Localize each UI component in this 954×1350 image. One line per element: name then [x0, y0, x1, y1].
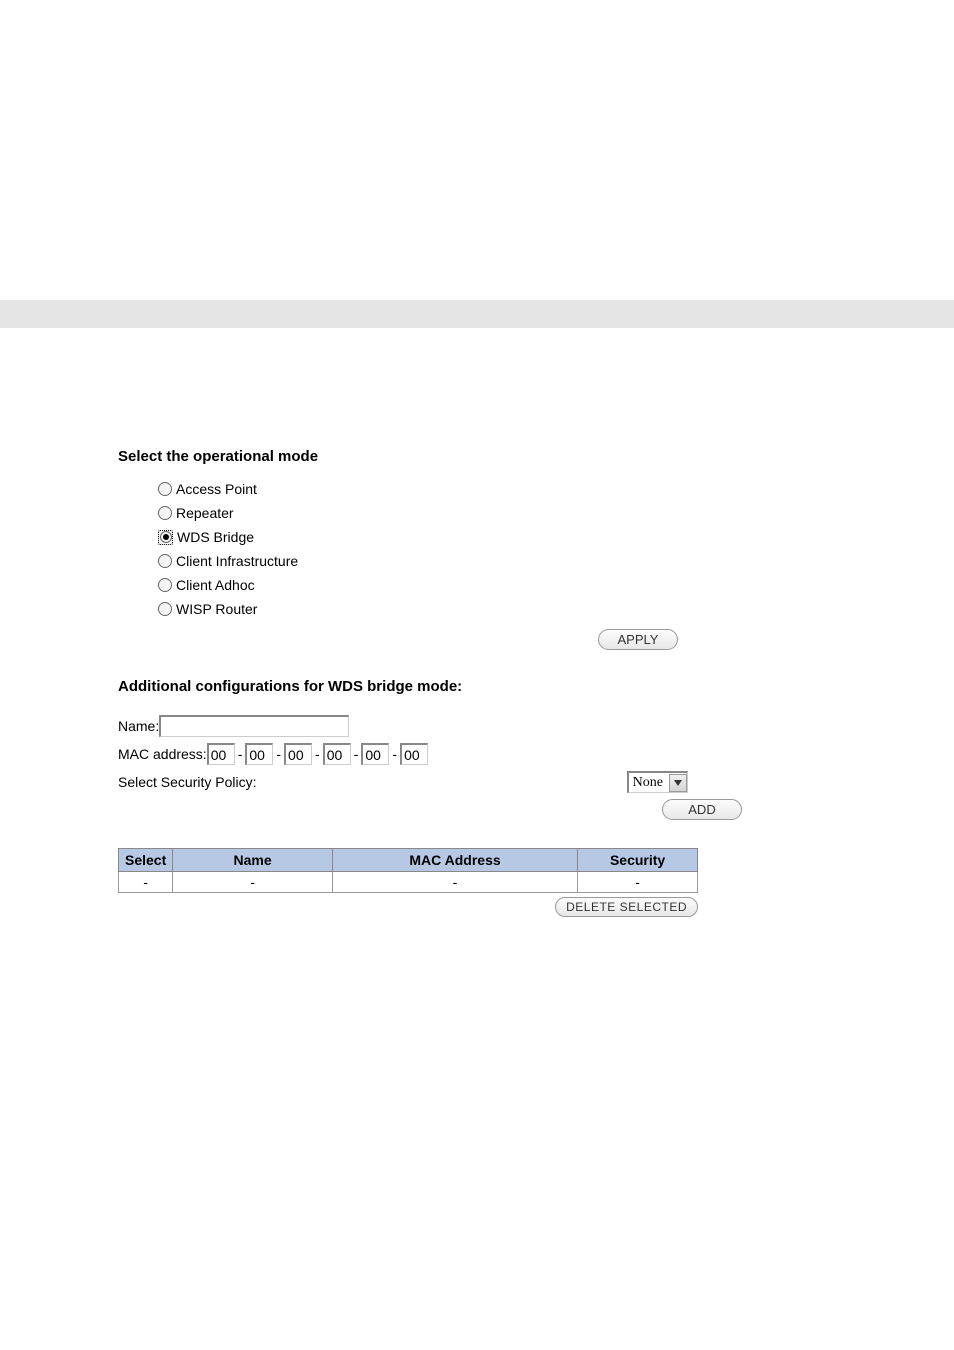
mac-row: MAC address: - - - - -	[118, 743, 864, 765]
cell-security: -	[578, 872, 698, 893]
radio-label: Repeater	[176, 505, 234, 521]
radio-icon	[158, 602, 172, 616]
name-label: Name:	[118, 718, 159, 734]
top-spacer-bar	[0, 300, 954, 328]
radio-label: WDS Bridge	[177, 529, 254, 545]
cell-select: -	[119, 872, 173, 893]
operational-mode-heading: Select the operational mode	[118, 448, 864, 465]
cell-name: -	[173, 872, 333, 893]
security-select-value: None	[629, 775, 669, 791]
th-select: Select	[119, 849, 173, 872]
radio-icon	[158, 578, 172, 592]
radio-icon	[158, 506, 172, 520]
radio-label: Access Point	[176, 481, 257, 497]
radio-label: WISP Router	[176, 601, 257, 617]
radio-wds-bridge[interactable]: WDS Bridge	[158, 525, 864, 549]
mac-input-5[interactable]	[361, 743, 389, 765]
mac-separator: -	[312, 746, 323, 762]
mac-separator: -	[389, 746, 400, 762]
radio-label: Client Adhoc	[176, 577, 255, 593]
radio-client-adhoc[interactable]: Client Adhoc	[158, 573, 864, 597]
mac-input-4[interactable]	[323, 743, 351, 765]
th-mac: MAC Address	[332, 849, 577, 872]
cell-mac: -	[332, 872, 577, 893]
wds-config-heading: Additional configurations for WDS bridge…	[118, 678, 864, 695]
mac-label: MAC address:	[118, 746, 207, 762]
radio-access-point[interactable]: Access Point	[158, 477, 864, 501]
security-label: Select Security Policy:	[118, 774, 257, 790]
radio-icon	[158, 482, 172, 496]
table-row: - - - -	[119, 872, 698, 893]
radio-label: Client Infrastructure	[176, 553, 298, 569]
radio-client-infrastructure[interactable]: Client Infrastructure	[158, 549, 864, 573]
security-row: Select Security Policy: None	[118, 771, 688, 793]
th-security: Security	[578, 849, 698, 872]
mac-separator: -	[273, 746, 284, 762]
mac-separator: -	[351, 746, 362, 762]
dropdown-arrow-icon	[669, 774, 687, 792]
name-row: Name:	[118, 715, 864, 737]
name-input[interactable]	[159, 715, 349, 737]
delete-selected-button[interactable]: DELETE SELECTED	[555, 897, 698, 917]
page-content: Select the operational mode Access Point…	[0, 328, 954, 917]
radio-icon	[158, 554, 172, 568]
radio-repeater[interactable]: Repeater	[158, 501, 864, 525]
operational-mode-radio-list: Access Point Repeater WDS Bridge Client …	[118, 477, 864, 621]
mac-input-3[interactable]	[284, 743, 312, 765]
mac-input-1[interactable]	[207, 743, 235, 765]
wds-table: Select Name MAC Address Security - - - -	[118, 848, 698, 893]
add-button[interactable]: ADD	[662, 799, 742, 820]
mac-input-6[interactable]	[400, 743, 428, 765]
radio-icon-selected	[158, 530, 173, 545]
th-name: Name	[173, 849, 333, 872]
radio-wisp-router[interactable]: WISP Router	[158, 597, 864, 621]
security-select[interactable]: None	[627, 771, 688, 793]
mac-separator: -	[235, 746, 246, 762]
mac-input-2[interactable]	[245, 743, 273, 765]
apply-button[interactable]: APPLY	[598, 629, 678, 650]
